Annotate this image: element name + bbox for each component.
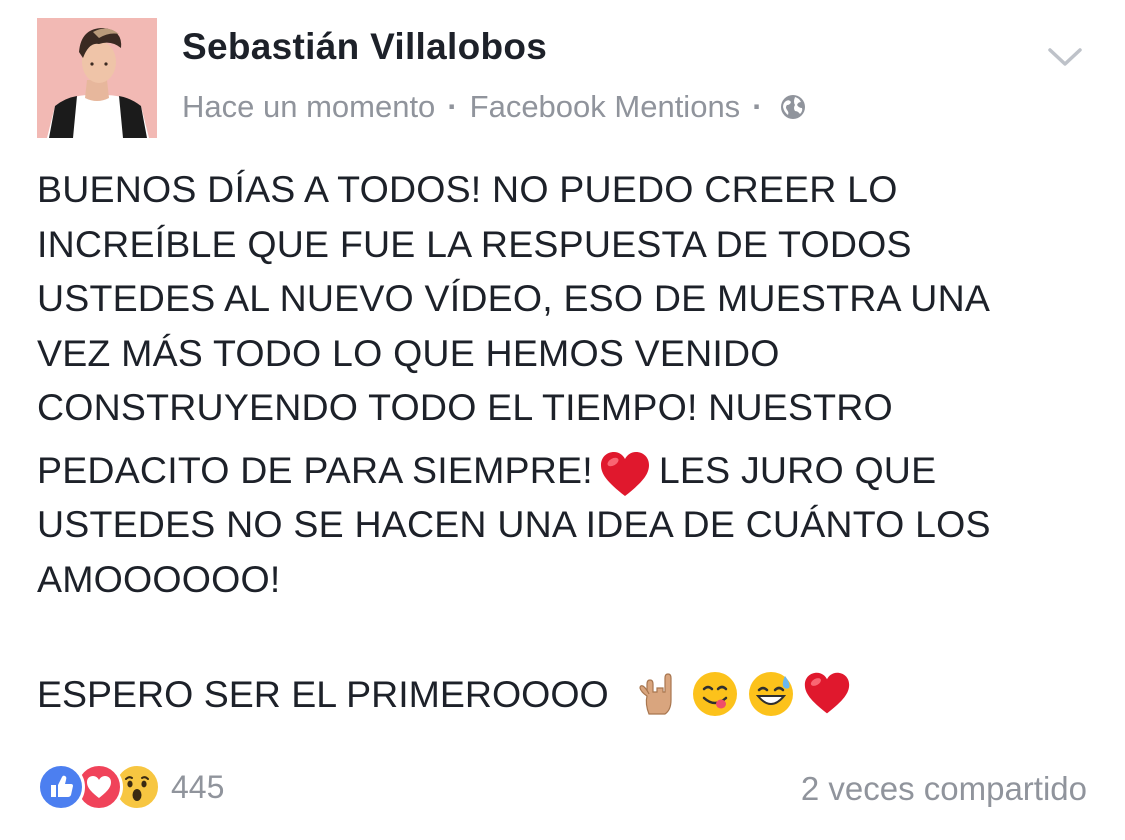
post-timestamp[interactable]: Hace un momento (182, 89, 435, 125)
meta-separator: · (447, 89, 458, 124)
globe-icon (780, 95, 805, 119)
post-body-line: CONSTRUYENDO TODO EL TIEMPO! NUESTRO (37, 386, 893, 428)
post-body: BUENOS DÍAS A TODOS! NO PUEDO CREER LO I… (37, 162, 1107, 606)
post-second-paragraph: ESPERO SER EL PRIMEROOOO (37, 670, 851, 718)
author-avatar[interactable] (37, 18, 157, 138)
red-heart-emoji (804, 672, 849, 714)
chevron-down-icon[interactable] (1045, 42, 1085, 72)
post-body-line: INCREÍBLE QUE FUE LA RESPUESTA DE TODOS (37, 222, 912, 265)
post-body-line: AMOOOOOO! (37, 557, 281, 600)
post-body-segment: ESPERO SER EL PRIMEROOOO (37, 672, 609, 715)
post-body-line-with-emoji: PEDACITO DE PARA SIEMPRE! LES JURO QUE (37, 443, 1107, 498)
meta-separator-2: · (752, 89, 763, 124)
reaction-count: 445 (171, 768, 225, 805)
author-name[interactable]: Sebastián Villalobos (182, 26, 547, 68)
rock-on-hand-emoji (639, 673, 672, 715)
reactions-summary[interactable]: 445 (37, 763, 224, 811)
post-body-segment: PEDACITO DE PARA SIEMPRE! (37, 448, 593, 491)
like-icon (37, 763, 85, 811)
post-body-line: VEZ MÁS TODO LO QUE HEMOS VENIDO (37, 331, 780, 374)
share-count[interactable]: 2 veces compartido (801, 770, 1087, 808)
post-body-line: BUENOS DÍAS A TODOS! NO PUEDO CREER LO (37, 168, 898, 210)
post-body-line: USTEDES AL NUEVO VÍDEO, ESO DE MUESTRA U… (37, 277, 991, 319)
yum-face-emoji (692, 672, 737, 716)
post-body-line: USTEDES NO SE HACEN UNA IDEA DE CUÁNTO L… (37, 503, 991, 545)
post-body-segment: LES JURO QUE (658, 448, 937, 491)
post-meta: Hace un momento · Facebook Mentions · (182, 89, 807, 125)
avatar-image (37, 18, 157, 138)
post-source[interactable]: Facebook Mentions (470, 89, 741, 125)
red-heart-emoji (600, 451, 649, 496)
sweat-smile-emoji (748, 672, 793, 716)
